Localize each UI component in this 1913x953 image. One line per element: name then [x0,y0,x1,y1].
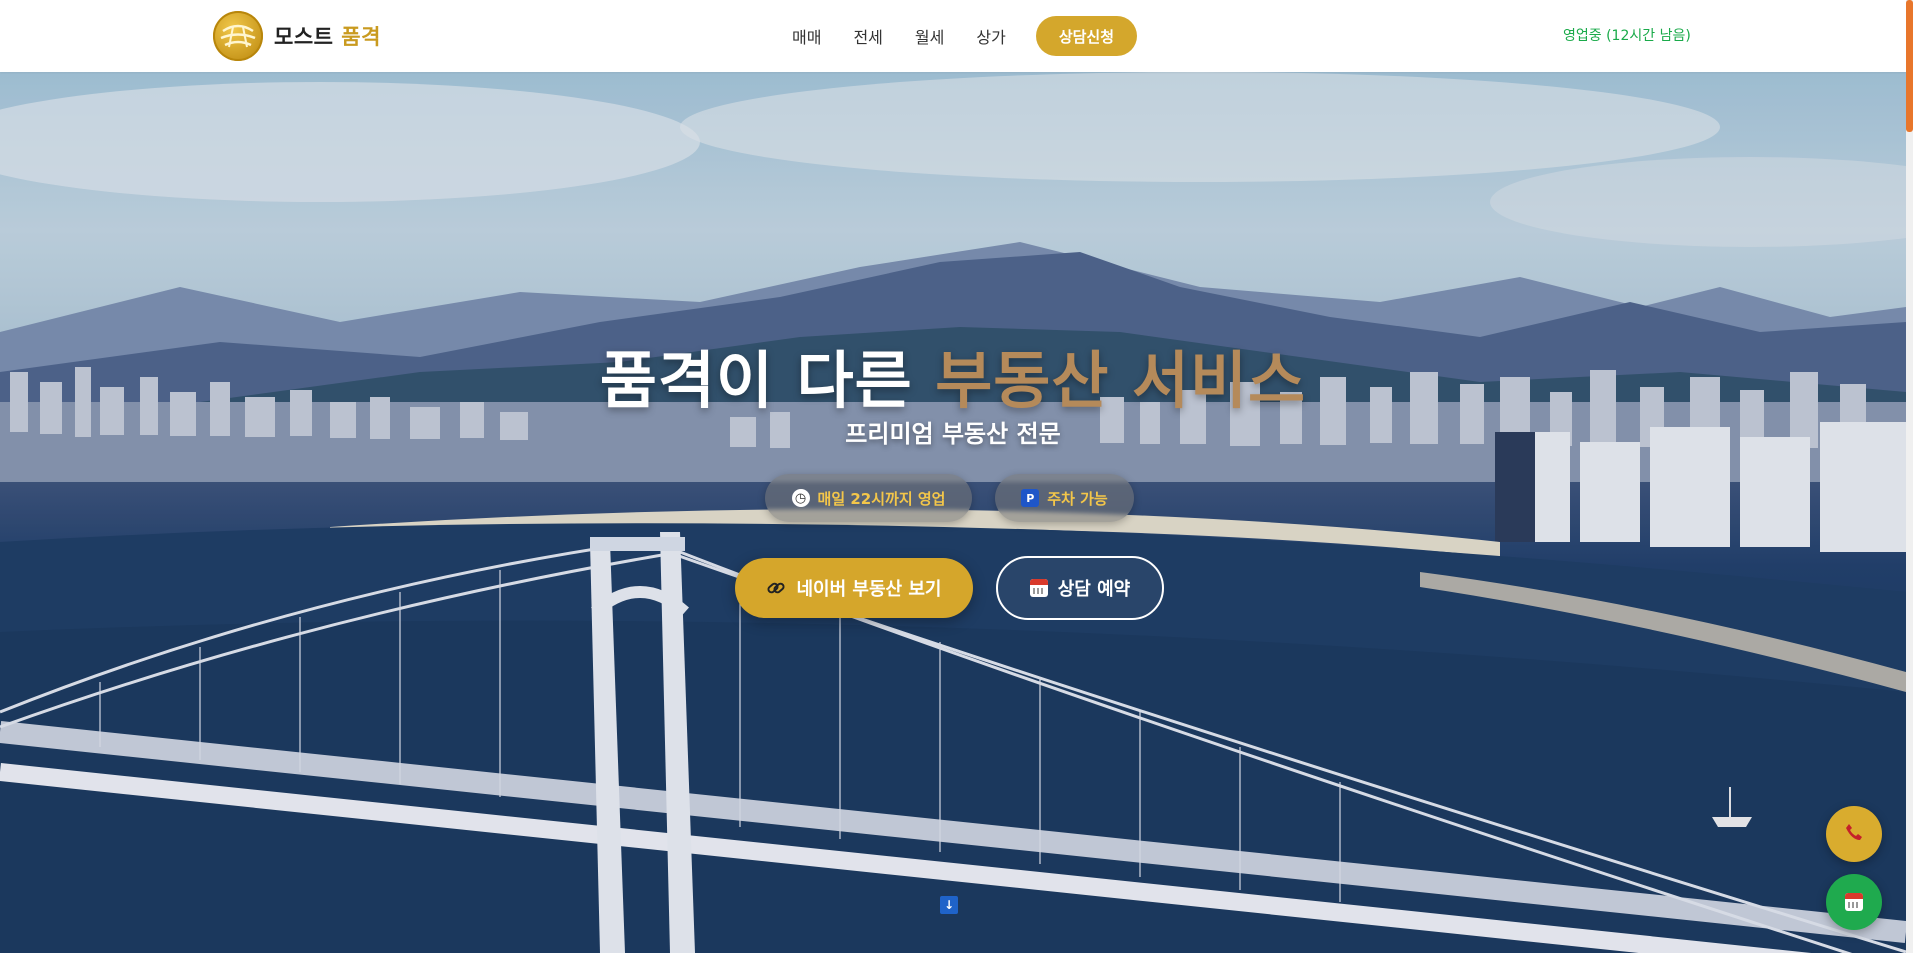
calendar-icon [1029,579,1048,597]
hero-section: 품격이 다른 부동산 서비스 프리미엄 부동산 전문 ◷ 매일 22시까지 영업… [0,72,1906,953]
scroll-down-icon[interactable]: ↓ [940,896,958,914]
floating-calendar-button[interactable] [1826,874,1882,930]
hero-title: 품격이 다른 부동산 서비스 [0,330,1906,420]
nav-item-sale[interactable]: 매매 [792,24,821,48]
calendar-icon [1845,893,1863,911]
logo-name: 모스트 [274,25,342,49]
link-icon [766,578,786,598]
consult-booking-button-label: 상담 예약 [1057,579,1131,600]
hours-badge: ◷ 매일 22시까지 영업 [765,474,972,522]
site-header: 모스트 품격 매매 전세 월세 상가 상담신청 영업중 (12시간 남음) [0,0,1906,72]
hero-title-accent: 부동산 서비스 [935,344,1307,417]
scrollbar[interactable] [1906,0,1913,953]
logo-emblem [213,11,263,61]
parking-badge-label: 주차 가능 [1047,489,1108,508]
naver-realestate-button-label: 네이버 부동산 보기 [796,579,942,600]
clock-icon: ◷ [791,489,810,507]
logo-text: 모스트 품격 [274,21,381,51]
consult-booking-button[interactable]: 상담 예약 [996,556,1164,620]
logo[interactable]: 모스트 품격 [213,11,381,61]
logo-name-accent: 품격 [341,25,381,49]
business-status: 영업중 (12시간 남음) [1563,28,1691,44]
scrollbar-thumb[interactable] [1906,0,1913,132]
hours-badge-label: 매일 22시까지 영업 [817,489,946,508]
nav-item-jeonse[interactable]: 전세 [853,24,882,48]
nav-item-monthly-rent[interactable]: 월세 [915,24,944,48]
consult-request-button[interactable]: 상담신청 [1035,16,1138,56]
main-nav: 매매 전세 월세 상가 상담신청 [792,16,1138,56]
phone-icon [1844,822,1864,846]
hero-title-main: 품격이 다른 [599,344,936,417]
floating-call-button[interactable] [1826,806,1882,862]
naver-realestate-button[interactable]: 네이버 부동산 보기 [735,558,973,618]
nav-item-commercial[interactable]: 상가 [976,24,1005,48]
parking-badge: P 주차 가능 [995,474,1134,522]
parking-icon: P [1021,489,1040,507]
hero-subtitle: 프리미엄 부동산 전문 [845,420,1061,448]
